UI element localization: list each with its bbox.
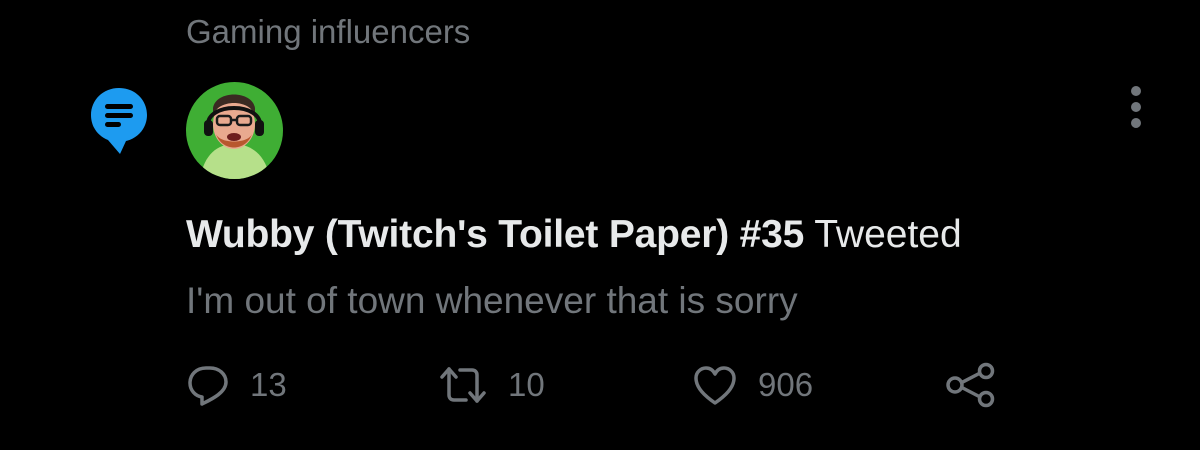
- share-button[interactable]: [944, 360, 998, 410]
- tweet-text: I'm out of town whenever that is sorry: [186, 280, 798, 321]
- more-options-button[interactable]: [1118, 84, 1158, 132]
- heart-icon: [694, 366, 736, 405]
- context-label: Gaming influencers: [186, 13, 471, 50]
- retweet-count: 10: [508, 366, 545, 403]
- vertical-ellipsis-icon: [1131, 86, 1141, 96]
- like-count: 906: [758, 366, 814, 403]
- reply-bubble-icon: [188, 366, 228, 406]
- share-nodes-icon: [946, 362, 995, 408]
- author-avatar[interactable]: [186, 82, 283, 179]
- retweet-button[interactable]: 10: [438, 360, 545, 410]
- author-name[interactable]: Wubby (Twitch's Toilet Paper) #35: [186, 213, 804, 256]
- topic-speech-bubble-icon: [88, 86, 150, 156]
- retweet-arrows-icon: [440, 367, 486, 403]
- action-verb: Tweeted: [814, 213, 962, 256]
- like-button[interactable]: 906: [692, 360, 813, 410]
- tweet-headline: Wubby (Twitch's Toilet Paper) #35 Tweete…: [186, 210, 962, 260]
- reply-button[interactable]: 13: [186, 360, 287, 410]
- reply-count: 13: [250, 366, 287, 403]
